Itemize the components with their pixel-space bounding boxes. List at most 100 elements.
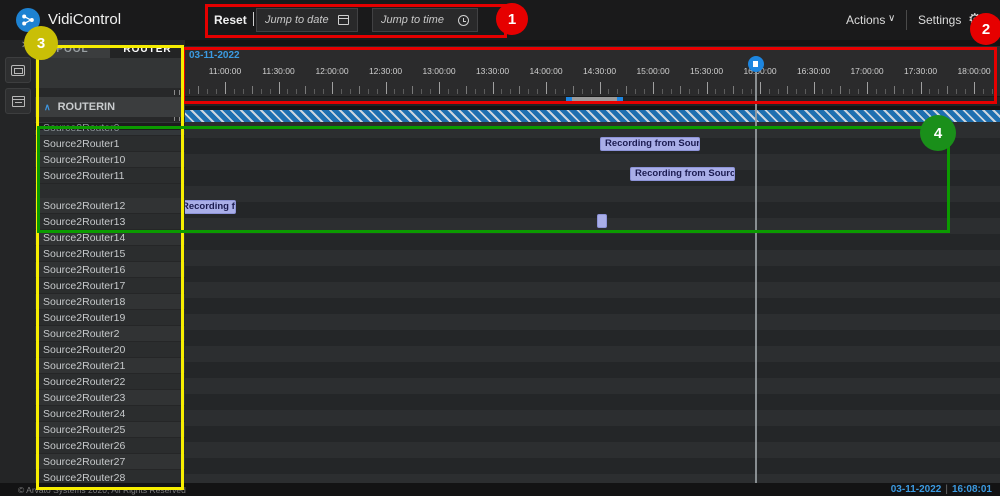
router-list-item[interactable]: Source2Router0: [35, 120, 185, 136]
playhead-marker-icon[interactable]: [748, 56, 764, 72]
ruler-time-label: 16:30:00: [784, 66, 844, 76]
ruler-time-label: 15:00:00: [623, 66, 683, 76]
actions-menu-button[interactable]: Actions: [846, 13, 885, 27]
settings-button[interactable]: Settings: [918, 13, 961, 27]
ruler-tick: [332, 82, 333, 94]
ruler-tick: [341, 89, 342, 94]
chevron-up-icon[interactable]: ∧: [44, 102, 51, 113]
ruler-tick: [724, 89, 725, 94]
router-list-item[interactable]: Source2Router22: [35, 374, 185, 390]
ruler-tick: [885, 89, 886, 94]
ruler-tick: [983, 89, 984, 94]
recording-block[interactable]: Recording from Source2...: [185, 200, 236, 214]
ruler-tick: [501, 89, 502, 94]
ruler-tick: [822, 89, 823, 94]
ruler-tick: [564, 89, 565, 94]
router-list-item[interactable]: Source2Router23: [35, 390, 185, 406]
topbar-divider: [906, 10, 907, 30]
ruler-tick: [582, 89, 583, 94]
clock-icon[interactable]: [458, 15, 469, 26]
router-list-item[interactable]: Source2Router17: [35, 278, 185, 294]
ruler-tick: [938, 89, 939, 94]
router-list-item[interactable]: Source2Router25: [35, 422, 185, 438]
ruler-tick: [350, 89, 351, 94]
ruler-tick: [198, 86, 199, 94]
router-list-item[interactable]: Source2Router19: [35, 310, 185, 326]
ruler-tick: [867, 82, 868, 94]
status-bar: © Arvato Systems 2020, All Rights Reserv…: [0, 483, 1000, 496]
ruler-tick: [484, 89, 485, 94]
ruler-tick: [412, 86, 413, 94]
recording-block[interactable]: [597, 214, 607, 228]
ruler-time-label: 12:00:00: [302, 66, 362, 76]
ruler-tick: [805, 89, 806, 94]
ruler-tick: [947, 86, 948, 94]
timeline-row-stripes[interactable]: [185, 122, 1000, 483]
status-clock: 03-11-2022|16:08:01: [891, 484, 992, 495]
ruler-tick: [314, 89, 315, 94]
channels-panel-button[interactable]: [5, 57, 31, 83]
ruler-tick: [519, 86, 520, 94]
group-header-label: ROUTERIN: [58, 101, 115, 113]
router-list-item[interactable]: Source2Router24: [35, 406, 185, 422]
ruler-tick: [653, 82, 654, 94]
router-list-item[interactable]: Source2Router11: [35, 168, 185, 184]
router-list-item[interactable]: Source2Router28: [35, 470, 185, 483]
selection-right-handle[interactable]: [617, 97, 623, 104]
ruler-selection-bar[interactable]: [566, 97, 623, 104]
schedule-panel-button[interactable]: [5, 88, 31, 114]
ruler-time-label: 13:00:00: [409, 66, 469, 76]
tab-router[interactable]: ROUTER: [110, 40, 185, 58]
ruler-time-label: 12:30:00: [356, 66, 416, 76]
ruler-tick: [403, 89, 404, 94]
ruler-tick: [921, 82, 922, 94]
ruler-tick: [252, 86, 253, 94]
app-title: VidiControl: [48, 11, 121, 28]
jump-to-date-input[interactable]: Jump to date: [256, 8, 358, 32]
recording-block[interactable]: Recording from Source2...: [600, 137, 700, 151]
ruler-tick: [448, 89, 449, 94]
vidicontrol-app: VidiControl Reset ↓ Jump to date Jump to…: [0, 0, 1000, 496]
router-list-item[interactable]: Source2Router26: [35, 438, 185, 454]
ruler-tick: [270, 89, 271, 94]
sidebar-scroll-strip-bottom[interactable]: [35, 117, 185, 122]
ruler-tick: [778, 89, 779, 94]
router-list-item[interactable]: Source2Router27: [35, 454, 185, 470]
ruler-tick: [760, 82, 761, 94]
router-list-item[interactable]: Source2Router12: [35, 198, 185, 214]
ruler-date-label: 03-11-2022: [189, 50, 240, 61]
selection-left-handle[interactable]: [566, 97, 572, 104]
timeline-area: 03-11-2022 11:00:0011:30:0012:00:0012:30…: [185, 40, 1000, 483]
ruler-tick: [261, 89, 262, 94]
router-list-item[interactable]: Source2Router14: [35, 230, 185, 246]
router-list-item[interactable]: Source2Router1: [35, 136, 185, 152]
ruler-tick: [591, 89, 592, 94]
router-list-item[interactable]: Source2Router21: [35, 358, 185, 374]
jump-to-time-input[interactable]: Jump to time: [372, 8, 478, 32]
ruler-time-label: 13:30:00: [463, 66, 523, 76]
router-list-item[interactable]: Source2Router16: [35, 262, 185, 278]
status-separator: |: [941, 484, 952, 495]
router-list-item[interactable]: Source2Router2: [35, 326, 185, 342]
reset-button[interactable]: Reset: [214, 13, 247, 27]
ruler-tick: [359, 86, 360, 94]
chevron-down-icon[interactable]: ∨: [888, 13, 895, 24]
router-list-item[interactable]: Source2Router20: [35, 342, 185, 358]
calendar-icon[interactable]: [338, 15, 349, 25]
ruler-tick: [305, 86, 306, 94]
ruler-tick: [430, 89, 431, 94]
ruler-tick: [787, 86, 788, 94]
group-header-routerin[interactable]: ∧ ROUTERIN: [35, 97, 185, 117]
hatched-selected-row-band: [185, 110, 1000, 122]
ruler-tick: [296, 89, 297, 94]
ruler-tick: [707, 82, 708, 94]
router-list-item[interactable]: Source2Router13: [35, 214, 185, 230]
ruler-tick: [493, 82, 494, 94]
router-list-item[interactable]: Source2Router10: [35, 152, 185, 168]
ruler-tick: [279, 82, 280, 94]
router-list-item[interactable]: Source2Router18: [35, 294, 185, 310]
ruler-tick: [421, 89, 422, 94]
router-list-item[interactable]: Source2Router15: [35, 246, 185, 262]
recording-block[interactable]: Recording from Source2R...: [630, 167, 735, 181]
sidebar-scroll-strip-top[interactable]: [35, 88, 185, 97]
